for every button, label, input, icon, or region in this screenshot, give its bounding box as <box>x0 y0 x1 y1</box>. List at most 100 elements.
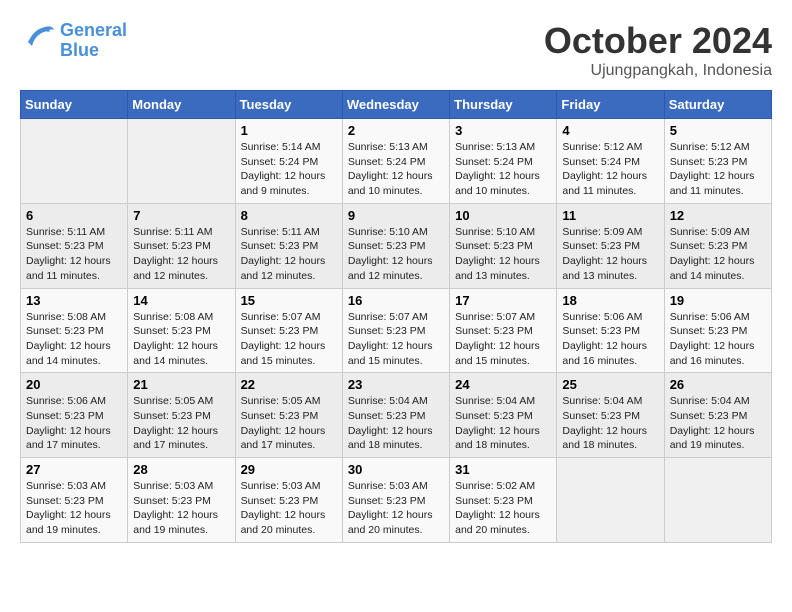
day-info: Sunrise: 5:04 AM Sunset: 5:23 PM Dayligh… <box>670 394 766 453</box>
day-number: 20 <box>26 377 122 392</box>
day-number: 16 <box>348 293 444 308</box>
day-number: 18 <box>562 293 658 308</box>
calendar-cell: 14 Sunrise: 5:08 AM Sunset: 5:23 PM Dayli… <box>128 288 235 373</box>
day-info: Sunrise: 5:04 AM Sunset: 5:23 PM Dayligh… <box>348 394 444 453</box>
day-info: Sunrise: 5:09 AM Sunset: 5:23 PM Dayligh… <box>670 225 766 284</box>
calendar-cell: 10 Sunrise: 5:10 AM Sunset: 5:23 PM Dayli… <box>450 203 557 288</box>
week-row: 1 Sunrise: 5:14 AM Sunset: 5:24 PM Daylig… <box>21 119 772 204</box>
day-info: Sunrise: 5:06 AM Sunset: 5:23 PM Dayligh… <box>670 310 766 369</box>
day-info: Sunrise: 5:07 AM Sunset: 5:23 PM Dayligh… <box>241 310 337 369</box>
day-number: 9 <box>348 208 444 223</box>
day-number: 1 <box>241 123 337 138</box>
calendar-cell: 18 Sunrise: 5:06 AM Sunset: 5:23 PM Dayli… <box>557 288 664 373</box>
calendar-cell: 26 Sunrise: 5:04 AM Sunset: 5:23 PM Dayli… <box>664 373 771 458</box>
day-info: Sunrise: 5:14 AM Sunset: 5:24 PM Dayligh… <box>241 140 337 199</box>
logo-line1: General <box>60 20 127 40</box>
day-number: 8 <box>241 208 337 223</box>
day-number: 22 <box>241 377 337 392</box>
calendar-cell: 28Sunrise: 5:03 AM Sunset: 5:23 PM Dayli… <box>128 458 235 543</box>
day-number: 28 <box>133 462 229 477</box>
calendar-cell <box>128 119 235 204</box>
day-number: 11 <box>562 208 658 223</box>
logo-line2: Blue <box>60 40 99 60</box>
calendar-cell: 15 Sunrise: 5:07 AM Sunset: 5:23 PM Dayli… <box>235 288 342 373</box>
day-number: 13 <box>26 293 122 308</box>
calendar-cell: 11 Sunrise: 5:09 AM Sunset: 5:23 PM Dayli… <box>557 203 664 288</box>
day-number: 26 <box>670 377 766 392</box>
day-number: 25 <box>562 377 658 392</box>
calendar-cell <box>21 119 128 204</box>
column-header-thursday: Thursday <box>450 91 557 119</box>
day-info: Sunrise: 5:08 AM Sunset: 5:23 PM Dayligh… <box>133 310 229 369</box>
calendar-cell: 23Sunrise: 5:04 AM Sunset: 5:23 PM Dayli… <box>342 373 449 458</box>
day-info: Sunrise: 5:10 AM Sunset: 5:23 PM Dayligh… <box>455 225 551 284</box>
day-number: 19 <box>670 293 766 308</box>
day-info: Sunrise: 5:10 AM Sunset: 5:23 PM Dayligh… <box>348 225 444 284</box>
logo: General Blue <box>20 20 127 61</box>
day-number: 12 <box>670 208 766 223</box>
calendar-cell: 29Sunrise: 5:03 AM Sunset: 5:23 PM Dayli… <box>235 458 342 543</box>
calendar-cell: 2 Sunrise: 5:13 AM Sunset: 5:24 PM Daylig… <box>342 119 449 204</box>
page-header: General Blue October 2024 Ujungpangkah, … <box>20 20 772 80</box>
day-number: 17 <box>455 293 551 308</box>
calendar-cell: 30Sunrise: 5:03 AM Sunset: 5:23 PM Dayli… <box>342 458 449 543</box>
day-number: 14 <box>133 293 229 308</box>
day-info: Sunrise: 5:11 AM Sunset: 5:23 PM Dayligh… <box>241 225 337 284</box>
day-number: 4 <box>562 123 658 138</box>
day-number: 3 <box>455 123 551 138</box>
calendar-cell: 9 Sunrise: 5:10 AM Sunset: 5:23 PM Daylig… <box>342 203 449 288</box>
day-info: Sunrise: 5:12 AM Sunset: 5:24 PM Dayligh… <box>562 140 658 199</box>
week-row: 20Sunrise: 5:06 AM Sunset: 5:23 PM Dayli… <box>21 373 772 458</box>
day-number: 2 <box>348 123 444 138</box>
day-info: Sunrise: 5:11 AM Sunset: 5:23 PM Dayligh… <box>26 225 122 284</box>
calendar-cell: 4 Sunrise: 5:12 AM Sunset: 5:24 PM Daylig… <box>557 119 664 204</box>
day-info: Sunrise: 5:08 AM Sunset: 5:23 PM Dayligh… <box>26 310 122 369</box>
calendar-cell: 31Sunrise: 5:02 AM Sunset: 5:23 PM Dayli… <box>450 458 557 543</box>
week-row: 27Sunrise: 5:03 AM Sunset: 5:23 PM Dayli… <box>21 458 772 543</box>
calendar-cell <box>557 458 664 543</box>
calendar-cell: 20Sunrise: 5:06 AM Sunset: 5:23 PM Dayli… <box>21 373 128 458</box>
calendar-cell: 25Sunrise: 5:04 AM Sunset: 5:23 PM Dayli… <box>557 373 664 458</box>
day-number: 21 <box>133 377 229 392</box>
column-header-saturday: Saturday <box>664 91 771 119</box>
day-info: Sunrise: 5:13 AM Sunset: 5:24 PM Dayligh… <box>455 140 551 199</box>
calendar-cell: 1 Sunrise: 5:14 AM Sunset: 5:24 PM Daylig… <box>235 119 342 204</box>
column-header-wednesday: Wednesday <box>342 91 449 119</box>
day-info: Sunrise: 5:07 AM Sunset: 5:23 PM Dayligh… <box>455 310 551 369</box>
calendar-cell: 16 Sunrise: 5:07 AM Sunset: 5:23 PM Dayli… <box>342 288 449 373</box>
calendar-table: SundayMondayTuesdayWednesdayThursdayFrid… <box>20 90 772 543</box>
calendar-cell: 12 Sunrise: 5:09 AM Sunset: 5:23 PM Dayli… <box>664 203 771 288</box>
calendar-cell: 27Sunrise: 5:03 AM Sunset: 5:23 PM Dayli… <box>21 458 128 543</box>
column-header-friday: Friday <box>557 91 664 119</box>
day-info: Sunrise: 5:06 AM Sunset: 5:23 PM Dayligh… <box>562 310 658 369</box>
calendar-cell: 7 Sunrise: 5:11 AM Sunset: 5:23 PM Daylig… <box>128 203 235 288</box>
day-info: Sunrise: 5:05 AM Sunset: 5:23 PM Dayligh… <box>241 394 337 453</box>
logo-icon <box>20 20 56 56</box>
logo-text: General Blue <box>60 21 127 61</box>
day-info: Sunrise: 5:07 AM Sunset: 5:23 PM Dayligh… <box>348 310 444 369</box>
calendar-cell <box>664 458 771 543</box>
day-number: 15 <box>241 293 337 308</box>
calendar-cell: 19 Sunrise: 5:06 AM Sunset: 5:23 PM Dayli… <box>664 288 771 373</box>
day-number: 30 <box>348 462 444 477</box>
day-number: 10 <box>455 208 551 223</box>
column-header-tuesday: Tuesday <box>235 91 342 119</box>
calendar-cell: 17 Sunrise: 5:07 AM Sunset: 5:23 PM Dayli… <box>450 288 557 373</box>
day-info: Sunrise: 5:04 AM Sunset: 5:23 PM Dayligh… <box>455 394 551 453</box>
calendar-cell: 22 Sunrise: 5:05 AM Sunset: 5:23 PM Dayli… <box>235 373 342 458</box>
day-number: 7 <box>133 208 229 223</box>
calendar-cell: 3 Sunrise: 5:13 AM Sunset: 5:24 PM Daylig… <box>450 119 557 204</box>
title-block: October 2024 Ujungpangkah, Indonesia <box>544 20 772 80</box>
day-info: Sunrise: 5:02 AM Sunset: 5:23 PM Dayligh… <box>455 479 551 538</box>
header-row: SundayMondayTuesdayWednesdayThursdayFrid… <box>21 91 772 119</box>
day-info: Sunrise: 5:05 AM Sunset: 5:23 PM Dayligh… <box>133 394 229 453</box>
day-info: Sunrise: 5:13 AM Sunset: 5:24 PM Dayligh… <box>348 140 444 199</box>
day-info: Sunrise: 5:03 AM Sunset: 5:23 PM Dayligh… <box>241 479 337 538</box>
day-number: 24 <box>455 377 551 392</box>
calendar-cell: 21 Sunrise: 5:05 AM Sunset: 5:23 PM Dayli… <box>128 373 235 458</box>
day-number: 5 <box>670 123 766 138</box>
day-info: Sunrise: 5:09 AM Sunset: 5:23 PM Dayligh… <box>562 225 658 284</box>
week-row: 13 Sunrise: 5:08 AM Sunset: 5:23 PM Dayli… <box>21 288 772 373</box>
day-info: Sunrise: 5:11 AM Sunset: 5:23 PM Dayligh… <box>133 225 229 284</box>
day-info: Sunrise: 5:03 AM Sunset: 5:23 PM Dayligh… <box>26 479 122 538</box>
